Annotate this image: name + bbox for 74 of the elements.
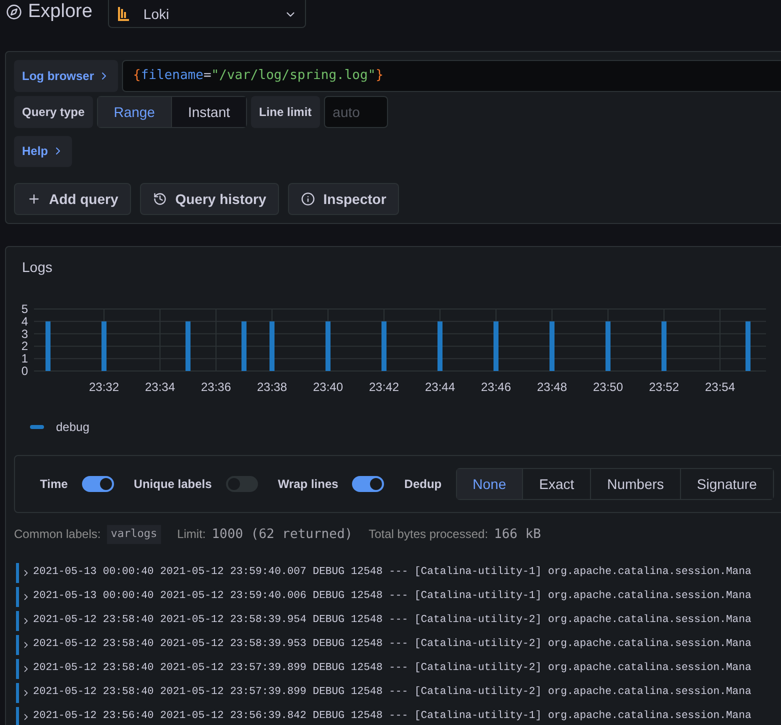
- log-line[interactable]: 2021-05-13 00:00:40 2021-05-12 23:59:40.007 DEBUG 12548 --- [Catalina-utility-1] org.apache.catalina.session.Mana: [33, 564, 752, 581]
- toolbar-button[interactable]: Inspector: [288, 183, 400, 215]
- axis-label: 1: [21, 352, 28, 366]
- meta-value: 166 kB: [494, 526, 541, 543]
- toggle-label: Time: [40, 476, 68, 492]
- meta-label: Limit:: [177, 526, 206, 542]
- chart-bar: [186, 321, 190, 371]
- chart-bar: [102, 321, 106, 371]
- log-line[interactable]: 2021-05-12 23:58:40 2021-05-12 23:58:39.953 DEBUG 12548 --- [Catalina-utility-2] org.apache.catalina.session.Mana: [33, 636, 752, 653]
- axis-label: 23:48: [536, 380, 568, 394]
- toggle-switch[interactable]: [352, 476, 384, 492]
- chart-bar: [46, 321, 50, 371]
- chart-bar: [270, 321, 274, 371]
- page-title: Explore: [28, 0, 92, 24]
- panel-title: Logs: [21, 258, 54, 277]
- datasource-picker[interactable]: Loki: [108, 0, 306, 28]
- line-limit-field[interactable]: auto: [324, 96, 388, 128]
- chart-bar: [550, 321, 554, 371]
- axis-label: 4: [21, 314, 28, 328]
- axis-label: 5: [21, 302, 28, 316]
- query-type-label: Query type: [14, 96, 93, 128]
- chart-bar: [662, 321, 666, 371]
- toggle-switch[interactable]: [82, 476, 114, 492]
- axis-label: 0: [21, 364, 28, 378]
- log-line[interactable]: 2021-05-12 23:58:40 2021-05-12 23:58:39.954 DEBUG 12548 --- [Catalina-utility-2] org.apache.catalina.session.Mana: [33, 612, 752, 629]
- info-icon: [301, 192, 316, 206]
- chart-bar: [746, 321, 750, 371]
- chart-bar: [606, 321, 610, 371]
- log-browser-button[interactable]: Log browser: [14, 60, 118, 92]
- chart-bar: [382, 321, 386, 371]
- meta-value: 1000 (62 returned): [212, 526, 353, 543]
- log-line[interactable]: 2021-05-13 00:00:40 2021-05-12 23:59:40.006 DEBUG 12548 --- [Catalina-utility-1] org.apache.catalina.session.Mana: [33, 588, 752, 605]
- axis-label: 23:36: [200, 380, 232, 394]
- chart-bar: [438, 321, 442, 371]
- chart-bar: [326, 321, 330, 371]
- axis-label: 23:52: [648, 380, 680, 394]
- query-type-option[interactable]: Range: [98, 96, 171, 126]
- query-type-option[interactable]: Instant: [170, 96, 246, 126]
- legend-label[interactable]: debug: [56, 419, 90, 435]
- toggle-label: Unique labels: [134, 476, 212, 492]
- axis-label: 23:38: [256, 380, 288, 394]
- axis-label: 23:32: [88, 380, 120, 394]
- legend-swatch: [30, 425, 44, 429]
- toggle-switch[interactable]: [226, 476, 258, 492]
- line-limit-label: Line limit: [251, 96, 320, 128]
- label-tag: varlogs: [106, 525, 162, 544]
- log-line[interactable]: 2021-05-12 23:58:40 2021-05-12 23:57:39.899 DEBUG 12548 --- [Catalina-utility-2] org.apache.catalina.session.Mana: [33, 684, 752, 701]
- dedup-option[interactable]: Signature: [680, 469, 773, 499]
- chart-bar: [494, 321, 498, 371]
- axis-label: 23:46: [480, 380, 512, 394]
- log-line[interactable]: 2021-05-12 23:56:40 2021-05-12 23:56:39.842 DEBUG 12548 --- [Catalina-utility-1] org.apache.catalina.session.Mana: [33, 708, 752, 725]
- datasource-logo-icon: [117, 6, 132, 22]
- axis-label: 23:44: [424, 380, 456, 394]
- axis-label: 23:54: [704, 380, 736, 394]
- dedup-label: Dedup: [404, 476, 442, 492]
- history-icon: [153, 192, 168, 206]
- query-field[interactable]: {filename="/var/log/spring.log"}: [122, 60, 781, 92]
- chart-bar: [242, 321, 246, 371]
- axis-label: 23:42: [368, 380, 400, 394]
- axis-label: 3: [21, 326, 28, 341]
- plus-icon: [27, 192, 41, 206]
- toolbar-button[interactable]: Add query: [14, 183, 132, 215]
- axis-label: 23:40: [312, 380, 344, 394]
- toggle-label: Wrap lines: [278, 476, 338, 492]
- axis-label: 23:34: [144, 380, 176, 394]
- dedup-option[interactable]: None: [456, 469, 522, 499]
- toolbar-button[interactable]: Query history: [140, 183, 280, 215]
- axis-label: 2: [21, 339, 28, 354]
- meta-label: Total bytes processed:: [368, 526, 488, 542]
- meta-label: Common labels:: [14, 526, 101, 542]
- help-button[interactable]: Help: [14, 136, 72, 168]
- axis-label: 23:50: [592, 380, 624, 394]
- log-line[interactable]: 2021-05-12 23:58:40 2021-05-12 23:57:39.899 DEBUG 12548 --- [Catalina-utility-2] org.apache.catalina.session.Mana: [33, 660, 752, 677]
- compass-icon: [6, 4, 22, 20]
